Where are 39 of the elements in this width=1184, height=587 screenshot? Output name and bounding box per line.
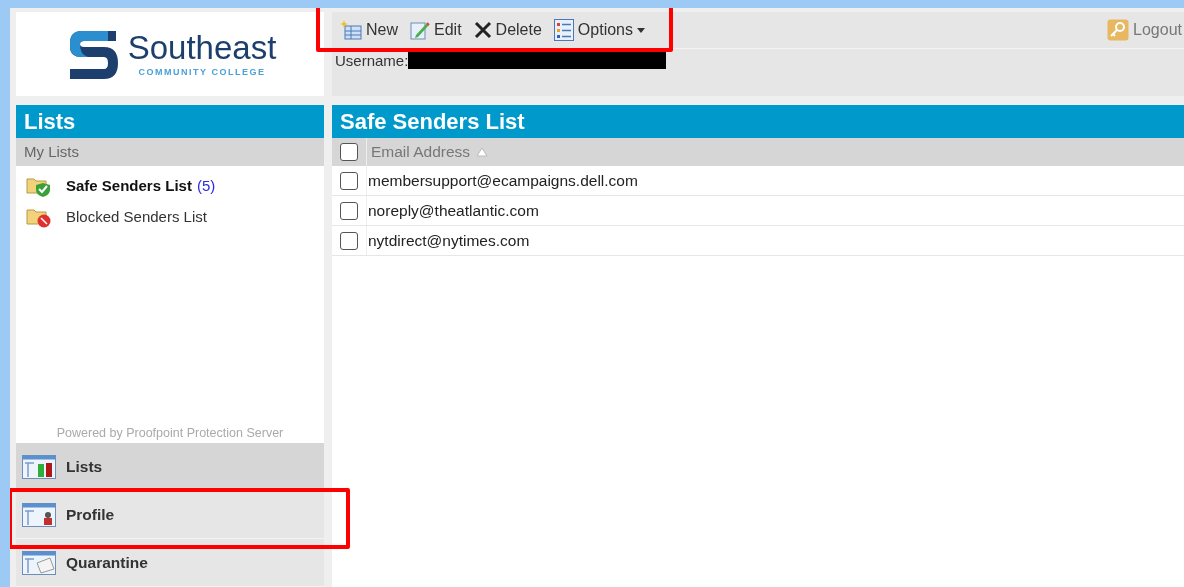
options-button[interactable]: Options (551, 17, 647, 43)
username-label: Username: (335, 51, 409, 69)
page-title: Safe Senders List (332, 105, 1184, 138)
delete-button[interactable]: Delete (471, 19, 544, 41)
select-all-checkbox[interactable] (340, 143, 358, 161)
caret-icon (637, 27, 645, 33)
nav-item[interactable]: Profile (16, 491, 324, 539)
row-checkbox[interactable] (340, 201, 358, 220)
powered-by-text: Powered by Proofpoint Protection Server (55, 426, 285, 442)
email-cell: noreply@theatlantic.com (367, 201, 539, 220)
logo-subtitle: COMMUNITY COLLEGE (138, 67, 266, 77)
list-name: Blocked Senders List (66, 208, 207, 225)
edit-icon (410, 20, 430, 40)
edit-button[interactable]: Edit (408, 18, 464, 42)
window-person-icon (22, 502, 56, 527)
options-list-icon (553, 19, 574, 41)
sidebar-item[interactable]: Safe Senders List (5) (16, 170, 324, 201)
window-lights-icon (22, 454, 56, 479)
panel-title: Lists (16, 105, 324, 138)
new-table-icon (340, 20, 362, 40)
section-header: My Lists (16, 138, 324, 166)
row-checkbox[interactable] (340, 171, 358, 190)
row-checkbox[interactable] (340, 231, 358, 250)
delete-icon (473, 21, 492, 39)
item-count: (5) (196, 177, 216, 194)
nav-label: Lists (66, 457, 103, 476)
key-icon (1107, 19, 1130, 41)
email-cell: membersupport@ecampaigns.dell.com (367, 171, 638, 190)
email-cell: nytdirect@nytimes.com (367, 231, 530, 250)
nav-label: Quarantine (66, 553, 148, 572)
new-button[interactable]: New (338, 18, 400, 42)
sidebar-item[interactable]: Blocked Senders List (16, 201, 324, 232)
logo-name: Southeast (127, 31, 277, 64)
window-envelope-icon (22, 550, 56, 575)
list-name: Safe Senders List (66, 177, 192, 194)
nav-label: Profile (66, 505, 115, 524)
logout-button[interactable]: Logout (1105, 17, 1184, 43)
nav-item[interactable]: Lists (16, 443, 324, 491)
nav-item[interactable]: Quarantine (16, 539, 324, 587)
